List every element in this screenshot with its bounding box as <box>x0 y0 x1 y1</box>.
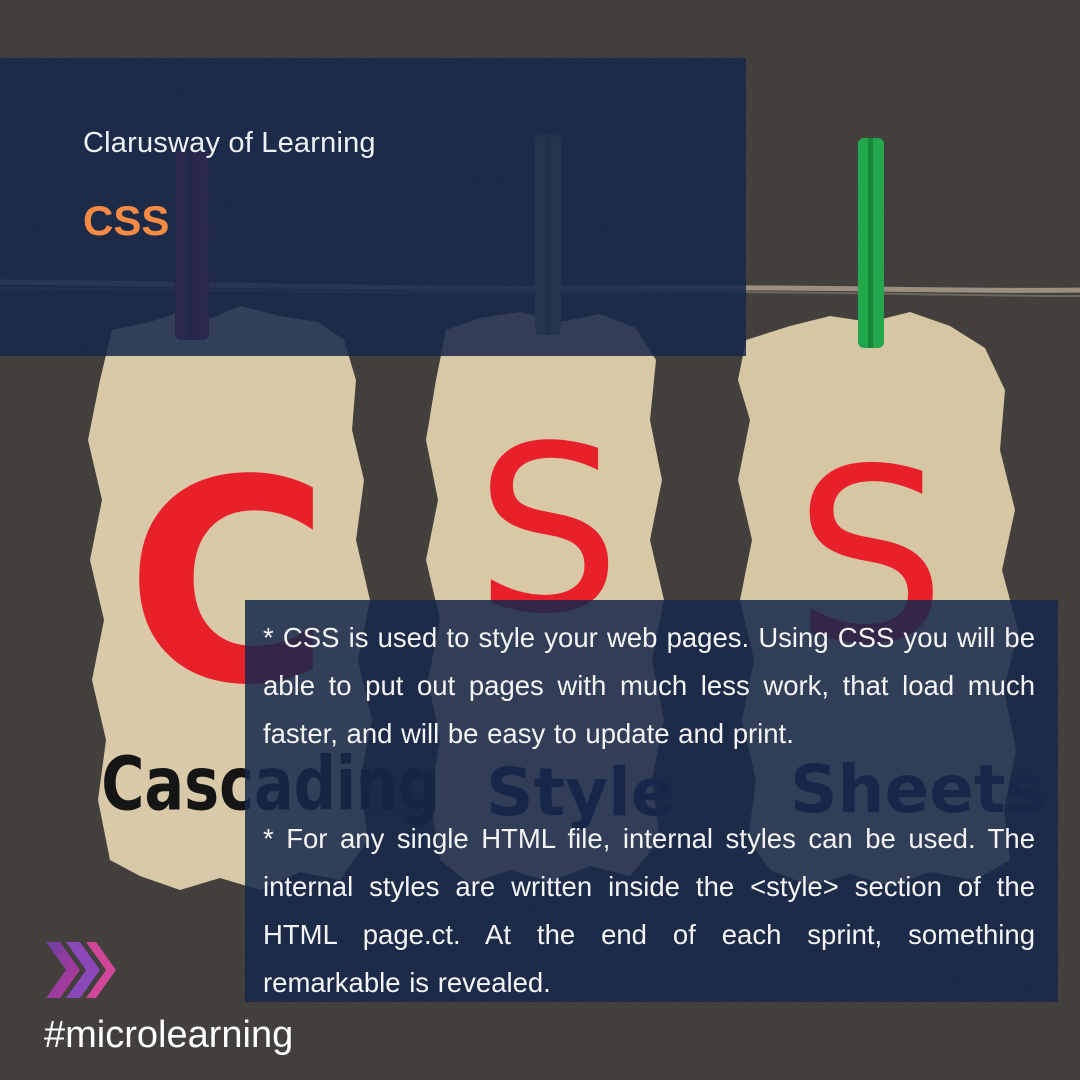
paragraph-css-intro: * CSS is used to style your web pages. U… <box>263 622 1035 749</box>
paragraph-internal-styles: * For any single HTML file, internal sty… <box>263 823 1035 998</box>
topic-title: CSS <box>83 197 170 244</box>
post-canvas: C S S Cascading Style Sheets Clarusway o… <box>0 0 1080 1080</box>
brand-name: Clarusway of Learning <box>83 127 376 159</box>
hashtag-label: #microlearning <box>44 1014 294 1056</box>
chevrons-icon <box>46 942 116 998</box>
clothespin-icon <box>858 138 884 348</box>
